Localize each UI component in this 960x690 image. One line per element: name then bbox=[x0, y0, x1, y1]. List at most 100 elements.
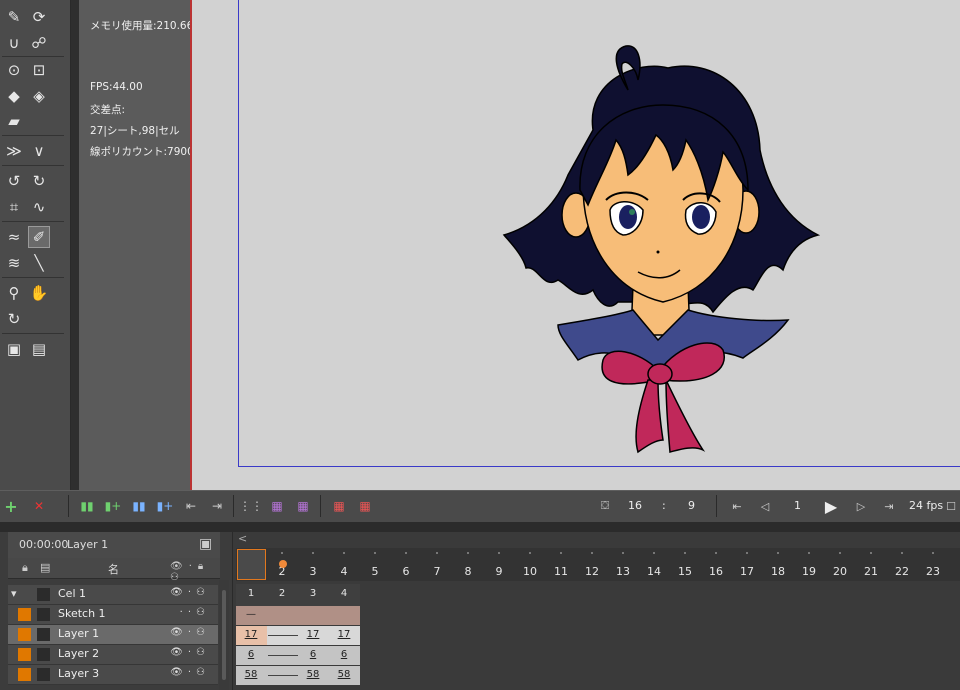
transform2-icon[interactable]: ↻ bbox=[28, 170, 50, 192]
loop-checkbox-icon[interactable]: ☐ bbox=[940, 496, 960, 516]
frame-number[interactable]: 9 bbox=[484, 565, 514, 578]
play-icon[interactable]: ▶ bbox=[820, 496, 842, 516]
onion-skin-icon[interactable]: ⋮⋮ bbox=[239, 496, 263, 516]
circle-select-icon[interactable]: ⊙ bbox=[3, 59, 25, 81]
polygon-lasso-icon[interactable]: ☍ bbox=[28, 32, 50, 54]
onion-color2-icon[interactable]: ▦ bbox=[292, 496, 314, 516]
first-frame-icon[interactable]: ⇤ bbox=[726, 496, 748, 516]
next-frame-icon[interactable]: ▷ bbox=[850, 496, 872, 516]
rect-select-icon[interactable]: ⊡ bbox=[28, 59, 50, 81]
cel-value[interactable]: 4 bbox=[329, 588, 359, 599]
transform-icon[interactable]: ↺ bbox=[3, 170, 25, 192]
cel-mark2-icon[interactable]: ▦ bbox=[354, 496, 376, 516]
aspect-height[interactable]: 9 bbox=[688, 499, 695, 512]
onion-color-icon[interactable]: ▦ bbox=[266, 496, 288, 516]
frame-number[interactable]: 21 bbox=[856, 565, 886, 578]
cel-value[interactable]: 3 bbox=[298, 588, 328, 599]
cel-value[interactable]: 17 bbox=[298, 629, 328, 640]
frame-ruler[interactable]: 1234567891011121314151617181920212223 bbox=[236, 548, 960, 581]
layer-visibility-icons[interactable]: 👁︎·⚇ bbox=[170, 627, 210, 638]
cel-value[interactable]: — bbox=[236, 609, 266, 620]
eraser-fill-icon[interactable]: ◈ bbox=[28, 85, 50, 107]
fps-setting[interactable]: 24 fps bbox=[909, 499, 943, 512]
expand-icon[interactable]: ▾ bbox=[11, 587, 17, 600]
frame-number[interactable]: 20 bbox=[825, 565, 855, 578]
cel-value[interactable]: 2 bbox=[267, 588, 297, 599]
frame-number[interactable]: 19 bbox=[794, 565, 824, 578]
frame-number[interactable]: 11 bbox=[546, 565, 576, 578]
character-illustration[interactable] bbox=[498, 40, 828, 460]
warp-icon[interactable]: ⌗ bbox=[3, 196, 25, 218]
cel-value[interactable]: 6 bbox=[329, 649, 359, 660]
frame-number[interactable]: 5 bbox=[360, 565, 390, 578]
insert-frame2-icon[interactable]: ▮+ bbox=[154, 496, 176, 516]
frame-number[interactable]: 17 bbox=[732, 565, 762, 578]
aspect-width[interactable]: 16 bbox=[628, 499, 642, 512]
camera-icon[interactable]: ▣ bbox=[3, 338, 25, 360]
cel-value[interactable]: 1 bbox=[236, 588, 266, 599]
layer-visibility-icons[interactable]: 👁︎·⚇ bbox=[170, 587, 210, 598]
layer-row-selected[interactable]: Layer 1 👁︎·⚇ bbox=[8, 625, 218, 645]
magnet-icon[interactable]: ∪ bbox=[3, 32, 25, 54]
pencil-icon[interactable]: ✎ bbox=[3, 6, 25, 28]
camera2-icon[interactable]: ▤ bbox=[28, 338, 50, 360]
last-frame-icon[interactable]: ⇥ bbox=[878, 496, 900, 516]
frame-number[interactable]: 14 bbox=[639, 565, 669, 578]
frame-number[interactable]: 18 bbox=[763, 565, 793, 578]
insert-frame-icon[interactable]: ▮▮ bbox=[128, 496, 150, 516]
camera-aspect-icon[interactable]: ⛋ bbox=[594, 496, 616, 516]
pen-icon[interactable]: ╲ bbox=[28, 252, 50, 274]
cel-value[interactable]: 17 bbox=[236, 629, 266, 640]
hand-icon[interactable]: ✋ bbox=[28, 282, 50, 304]
frame-number[interactable]: 13 bbox=[608, 565, 638, 578]
hair-icon[interactable]: ≋ bbox=[3, 252, 25, 274]
frame-number[interactable]: 15 bbox=[670, 565, 700, 578]
frame-number[interactable]: 10 bbox=[515, 565, 545, 578]
frame-number[interactable]: 7 bbox=[422, 565, 452, 578]
timeline-collapse-icon[interactable]: < bbox=[238, 532, 247, 545]
add-cel2-icon[interactable]: ▮+ bbox=[102, 496, 124, 516]
cel-value[interactable]: 6 bbox=[236, 649, 266, 660]
frame-number[interactable]: 16 bbox=[701, 565, 731, 578]
frame-number[interactable]: 8 bbox=[453, 565, 483, 578]
frame-number[interactable]: 4 bbox=[329, 565, 359, 578]
cel-value[interactable]: 58 bbox=[236, 669, 266, 680]
cel-value[interactable]: 58 bbox=[298, 669, 328, 680]
cel-value[interactable]: 58 bbox=[329, 669, 359, 680]
cel-mark-icon[interactable]: ▦ bbox=[328, 496, 350, 516]
layers-scrollbar[interactable] bbox=[219, 580, 229, 690]
brush-tool-icon[interactable]: ✐ bbox=[28, 226, 50, 248]
layer-visibility-icons[interactable]: 👁︎·⚇ bbox=[170, 647, 210, 658]
playhead-marker[interactable] bbox=[279, 560, 287, 568]
layer-row[interactable]: Layer 3 👁︎·⚇ bbox=[8, 665, 218, 685]
frame-number[interactable]: 12 bbox=[577, 565, 607, 578]
layer-row[interactable]: Layer 2 👁︎·⚇ bbox=[8, 645, 218, 665]
zoom-icon[interactable]: ⚲ bbox=[3, 282, 25, 304]
curve-icon[interactable]: ∿ bbox=[28, 196, 50, 218]
smudge-icon[interactable]: ≫ bbox=[3, 140, 25, 162]
cel-value[interactable]: 17 bbox=[329, 629, 359, 640]
lasso-icon[interactable]: ⟳ bbox=[28, 6, 50, 28]
cel-value[interactable]: 6 bbox=[298, 649, 328, 660]
frame-number[interactable]: 6 bbox=[391, 565, 421, 578]
add-cel-icon[interactable]: ▮▮ bbox=[76, 496, 98, 516]
frame-number[interactable]: 3 bbox=[298, 565, 328, 578]
frame-number[interactable]: 23 bbox=[918, 565, 948, 578]
layer-row[interactable]: ▾ Cel 1 👁︎·⚇ bbox=[8, 585, 218, 605]
shift-left-icon[interactable]: ⇤ bbox=[180, 496, 202, 516]
brush-icon[interactable]: ∨ bbox=[28, 140, 50, 162]
eraser-icon[interactable]: ▰ bbox=[3, 110, 25, 132]
current-frame[interactable]: 1 bbox=[794, 499, 801, 512]
add-layer-icon[interactable]: + bbox=[0, 496, 22, 516]
rotate-icon[interactable]: ↻ bbox=[3, 308, 25, 330]
fill-icon[interactable]: ◆ bbox=[3, 85, 25, 107]
shift-right-icon[interactable]: ⇥ bbox=[206, 496, 228, 516]
delete-layer-icon[interactable]: ✕ bbox=[28, 496, 50, 516]
layer-visibility-icons[interactable]: ··⚇ bbox=[180, 607, 210, 618]
layer-row[interactable]: Sketch 1 ··⚇ bbox=[8, 605, 218, 625]
prev-frame-icon[interactable]: ◁ bbox=[754, 496, 776, 516]
layer-settings-icon[interactable]: ▣ bbox=[199, 536, 212, 552]
rotate-hand-icon[interactable]: ≈ bbox=[3, 226, 25, 248]
current-frame-cursor[interactable] bbox=[237, 549, 266, 580]
layer-visibility-icons[interactable]: 👁︎·⚇ bbox=[170, 667, 210, 678]
